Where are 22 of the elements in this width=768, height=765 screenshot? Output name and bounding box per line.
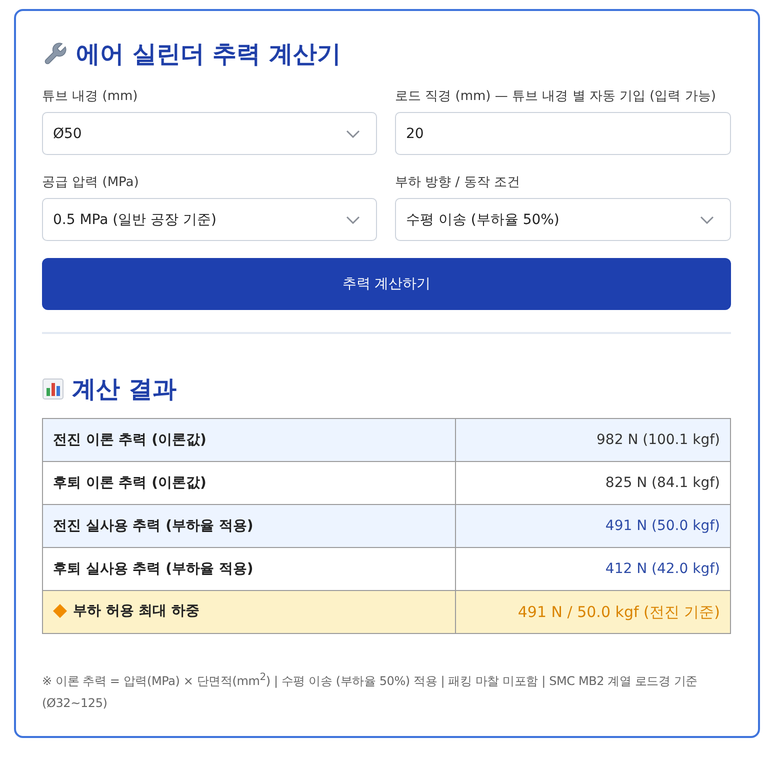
wrench-icon [42,41,68,67]
chevron-down-icon [346,216,360,224]
row-label: 부하 허용 최대 하중 [73,602,200,620]
dropdown[interactable]: 수평 이송 (부하율 50%) [395,198,731,241]
chevron-down-icon [700,216,714,224]
field-label: 튜브 내경 (mm) [42,88,139,106]
field-label: 부하 방향 / 동작 조건 [395,174,521,192]
table-cell: 491 N / 50.0 kgf (전진 기준) [456,590,730,634]
footnote: ※ 이론 추력 = 압력(MPa) × 단면적(mm$^{2}$) | 수평 이송 (부하율 50%) 적용 | 패킹 마찰 미포함 | SMC MB2 계열 로드경 기준 (Ø32~125) [42,671,699,712]
diamond-icon [53,604,67,618]
field-label: 로드 직경 (mm) — 튜브 내경 별 자동 기입 (입력 가능) [395,88,717,106]
field-label: 공급 압력 (MPa) [42,174,140,192]
chevron-down-icon [346,130,360,138]
table-cell: 982 N (100.1 kgf) [456,418,730,462]
section-title: 계산 결과 [72,374,176,405]
calculate-button[interactable]: 추력 계산하기 [42,258,731,310]
dropdown[interactable]: Ø50 [42,112,377,155]
dropdown[interactable]: 0.5 MPa (일반 공장 기준) [42,198,377,241]
table-cell: 전진 이론 추력 (이론값) [42,418,456,462]
page-title: 에어 실린더 추력 계산기 [76,39,342,70]
bar-chart-icon [42,378,64,400]
input-field[interactable]: 20 [395,112,731,155]
